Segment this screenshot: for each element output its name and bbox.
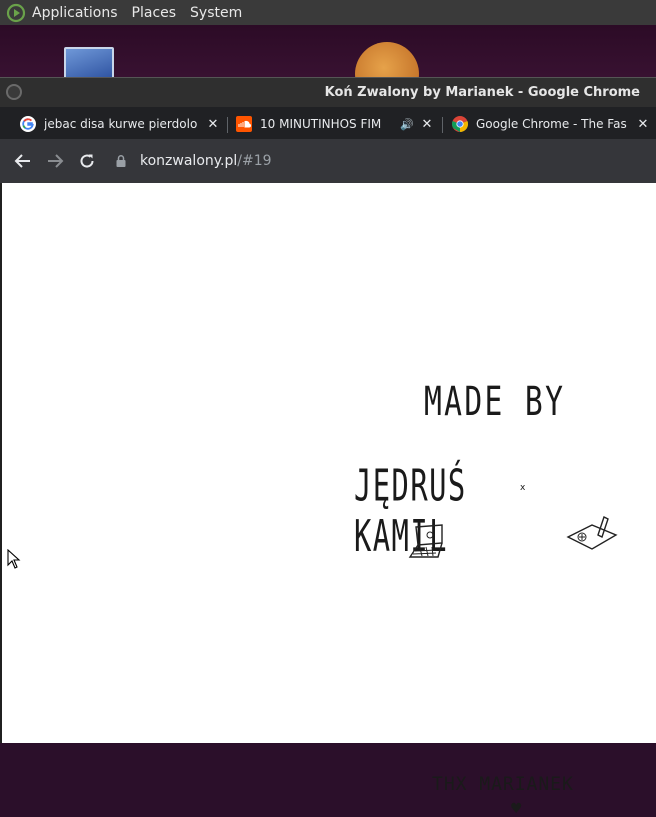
tab-separator [227, 117, 228, 133]
tab-3-close-icon[interactable]: ✕ [636, 117, 650, 132]
back-button[interactable] [12, 150, 34, 172]
tab-2[interactable]: 10 MINUTINHOS FIM 🔊 ✕ [236, 111, 434, 137]
heart-icon: ♥ [510, 801, 523, 817]
tab-2-close-icon[interactable]: ✕ [420, 117, 434, 132]
soundcloud-icon [236, 116, 252, 132]
url-host: konzwalony.pl [140, 153, 238, 169]
lock-icon[interactable] [114, 154, 128, 168]
forward-arrow-icon [48, 154, 64, 168]
window-title: Koń Zwalony by Marianek - Google Chrome [324, 85, 640, 100]
mouse-cursor-icon [7, 549, 21, 569]
google-g-icon [20, 116, 36, 132]
tab-1-close-icon[interactable]: ✕ [206, 117, 220, 132]
reload-icon [80, 154, 94, 168]
forward-button[interactable] [44, 150, 66, 172]
places-menu[interactable]: Places [132, 5, 177, 21]
thanks-note: THX MARIANEK [432, 773, 574, 795]
system-menu[interactable]: System [190, 5, 242, 21]
tablet-pen-doodle-icon [566, 516, 618, 550]
tab-1-label: jebac disa kurwe pierdolo [44, 117, 198, 131]
applications-menu[interactable]: Applications [32, 5, 118, 21]
made-by-heading: MADE BY [424, 378, 566, 425]
tab-1[interactable]: jebac disa kurwe pierdolo ✕ [20, 111, 220, 137]
window-titlebar[interactable]: Koń Zwalony by Marianek - Google Chrome [0, 77, 656, 108]
tab-3-label: Google Chrome - The Fas [476, 117, 627, 131]
back-arrow-icon [14, 154, 30, 168]
laptop-doodle-icon [408, 524, 443, 558]
chrome-icon [452, 116, 468, 132]
chrome-window: Koń Zwalony by Marianek - Google Chrome … [0, 77, 656, 817]
browser-toolbar: konzwalony.pl/#19 [0, 139, 656, 183]
author-names: JĘDRUŚ KAMIL [354, 461, 467, 563]
window-left-border [0, 183, 2, 743]
speaker-audio-icon[interactable]: 🔊 [400, 118, 414, 131]
url-path: /#19 [237, 153, 272, 169]
gnome-logo-icon[interactable] [6, 3, 26, 23]
top-panel: Applications Places System [0, 0, 656, 25]
tab-strip: jebac disa kurwe pierdolo ✕ 10 MINUTINHO… [0, 107, 656, 139]
tab-3[interactable]: Google Chrome - The Fas ✕ [452, 111, 650, 137]
address-bar[interactable]: konzwalony.pl/#19 [114, 148, 644, 174]
tab-separator [442, 117, 443, 133]
reload-button[interactable] [76, 150, 98, 172]
page-content: MADE BY JĘDRUŚ KAMIL x THX MARIANEK ♥ [0, 183, 656, 817]
names-separator: x [520, 483, 526, 493]
window-menu-button[interactable] [6, 84, 22, 100]
desktop-background [0, 25, 656, 85]
tab-2-label: 10 MINUTINHOS FIM [260, 117, 382, 131]
